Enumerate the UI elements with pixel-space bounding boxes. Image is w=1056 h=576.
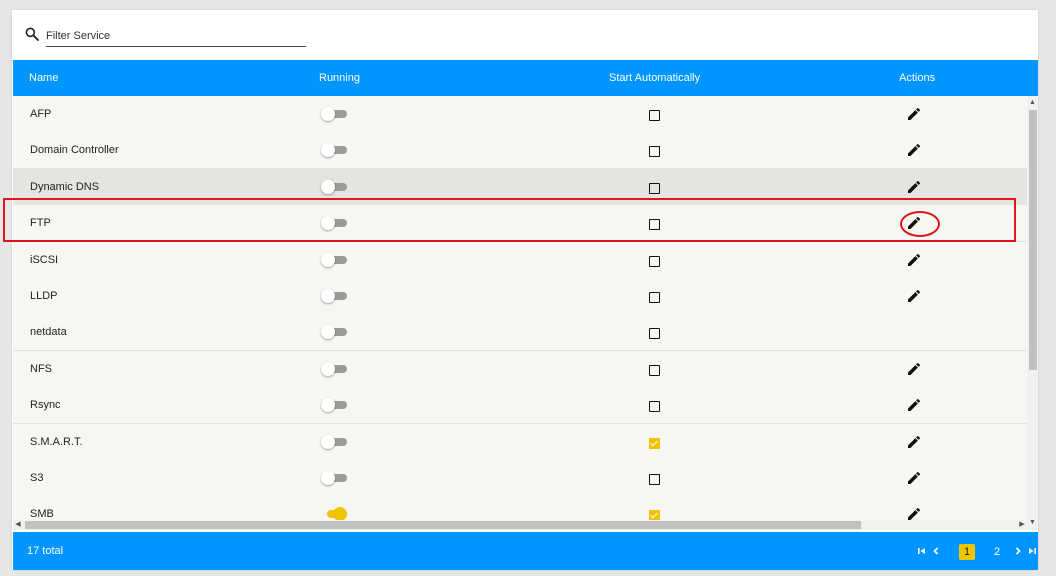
service-name: Rsync xyxy=(30,399,61,412)
running-toggle[interactable] xyxy=(321,216,347,231)
table-row: FTP xyxy=(13,205,1027,243)
running-toggle[interactable] xyxy=(321,325,347,340)
start-automatically-checkbox[interactable] xyxy=(649,182,660,194)
service-name: SMB xyxy=(30,508,54,521)
first-page-icon[interactable] xyxy=(915,544,929,558)
service-name: FTP xyxy=(30,217,51,230)
edit-pencil-icon[interactable] xyxy=(906,361,922,377)
start-automatically-checkbox[interactable] xyxy=(649,110,660,121)
table-row: Rsync xyxy=(13,387,1027,425)
start-automatically-checkbox[interactable] xyxy=(649,401,660,413)
start-automatically-checkbox[interactable] xyxy=(649,255,660,267)
page-1-button[interactable]: 1 xyxy=(959,544,975,560)
next-page-icon[interactable] xyxy=(1011,544,1025,558)
running-toggle[interactable] xyxy=(321,361,347,376)
last-page-icon[interactable] xyxy=(1025,544,1039,558)
running-toggle[interactable] xyxy=(321,252,347,267)
running-toggle[interactable] xyxy=(321,434,347,449)
column-header-start-automatically[interactable]: Start Automatically xyxy=(609,72,700,84)
horizontal-scroll-thumb[interactable] xyxy=(25,521,861,529)
filter-service-input[interactable] xyxy=(46,26,306,47)
services-panel: Name Running Start Automatically Actions… xyxy=(12,10,1038,570)
start-automatically-checkbox[interactable] xyxy=(649,146,660,158)
start-automatically-checkbox[interactable] xyxy=(649,437,660,449)
running-toggle[interactable] xyxy=(321,471,347,485)
edit-pencil-icon[interactable] xyxy=(906,106,922,122)
table-row: iSCSI xyxy=(13,241,1027,279)
edit-pencil-icon[interactable] xyxy=(906,470,922,486)
start-automatically-checkbox[interactable] xyxy=(649,292,660,303)
column-header-running[interactable]: Running xyxy=(319,72,360,84)
running-toggle[interactable] xyxy=(321,179,347,194)
scroll-left-arrow-icon[interactable]: ◀ xyxy=(13,520,23,530)
service-name: netdata xyxy=(30,326,67,339)
service-name: iSCSI xyxy=(30,253,59,266)
scroll-up-arrow-icon[interactable]: ▲ xyxy=(1027,98,1038,108)
start-automatically-checkbox[interactable] xyxy=(649,474,660,485)
search-icon xyxy=(25,27,39,41)
table-footer: 17 total 1 2 xyxy=(13,532,1038,570)
pagination: 1 2 xyxy=(915,541,1036,561)
page-2-button[interactable]: 2 xyxy=(989,544,1005,560)
service-name: Domain Controller xyxy=(30,144,119,157)
scroll-right-arrow-icon[interactable]: ▶ xyxy=(1017,520,1027,530)
edit-pencil-icon[interactable] xyxy=(906,252,922,268)
table-row: LLDP xyxy=(13,278,1027,315)
table-header: Name Running Start Automatically Actions xyxy=(13,60,1038,96)
total-count: 17 total xyxy=(27,545,64,557)
table-row: NFS xyxy=(13,350,1027,388)
service-name: AFP xyxy=(30,108,52,120)
table-row: netdata xyxy=(13,314,1027,352)
filter-bar xyxy=(24,26,306,48)
service-name: NFS xyxy=(30,362,52,375)
edit-pencil-icon[interactable] xyxy=(906,215,922,231)
edit-pencil-icon[interactable] xyxy=(906,142,922,158)
table-row: Dynamic DNS xyxy=(13,168,1027,206)
service-name: LLDP xyxy=(30,290,58,302)
column-header-actions: Actions xyxy=(899,72,936,84)
scroll-down-arrow-icon[interactable]: ▼ xyxy=(1027,518,1038,528)
running-toggle[interactable] xyxy=(321,507,347,522)
running-toggle[interactable] xyxy=(321,398,347,413)
start-automatically-checkbox[interactable] xyxy=(649,364,660,376)
vertical-scrollbar[interactable]: ▲ ▼ xyxy=(1027,96,1038,530)
service-name: Dynamic DNS xyxy=(30,180,100,193)
table-body: AFP Domain Controller Dynamic DNS FTP iSCSI L… xyxy=(13,96,1038,530)
vertical-scroll-thumb[interactable] xyxy=(1029,110,1037,370)
table-row: AFP xyxy=(13,96,1027,133)
table-row: S3 xyxy=(13,460,1027,497)
edit-pencil-icon[interactable] xyxy=(906,434,922,450)
edit-pencil-icon[interactable] xyxy=(906,179,922,195)
start-automatically-checkbox[interactable] xyxy=(649,219,660,231)
previous-page-icon[interactable] xyxy=(929,544,943,558)
table-row: S.M.A.R.T. xyxy=(13,423,1027,461)
horizontal-scrollbar[interactable]: ◀ ▶ xyxy=(13,520,1027,530)
running-toggle[interactable] xyxy=(321,107,347,121)
running-toggle[interactable] xyxy=(321,289,347,303)
service-name: S.M.A.R.T. xyxy=(30,435,83,448)
column-header-name[interactable]: Name xyxy=(29,72,58,84)
edit-pencil-icon[interactable] xyxy=(906,288,922,304)
running-toggle[interactable] xyxy=(321,143,347,158)
edit-pencil-icon[interactable] xyxy=(906,397,922,413)
start-automatically-checkbox[interactable] xyxy=(649,328,660,340)
table-row: Domain Controller xyxy=(13,132,1027,170)
service-name: S3 xyxy=(30,472,44,484)
